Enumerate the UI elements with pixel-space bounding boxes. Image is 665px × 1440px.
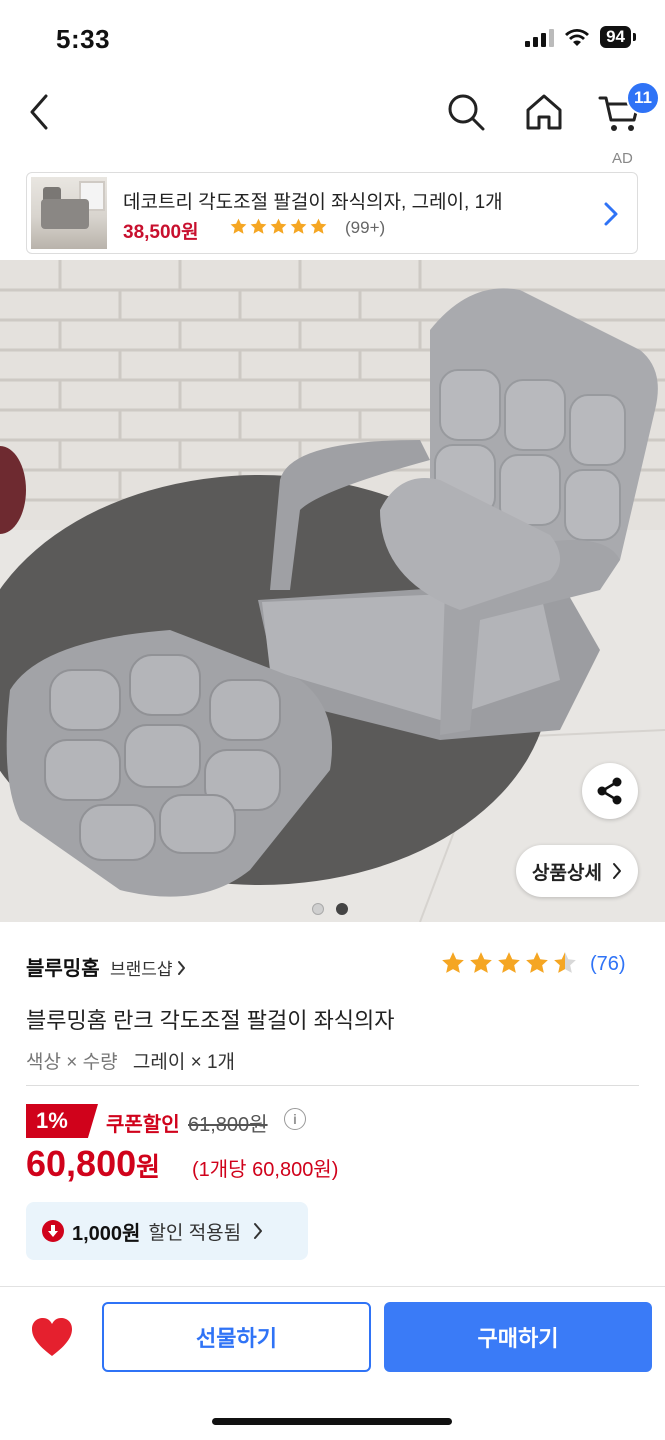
info-icon[interactable]: i xyxy=(284,1108,306,1130)
star-icon xyxy=(230,218,247,234)
chevron-right-icon xyxy=(177,960,185,975)
status-time: 5:33 xyxy=(56,24,111,54)
discount-badge: 1% xyxy=(26,1104,98,1138)
option-label: 색상 × 수량 xyxy=(26,1052,118,1073)
star-icon xyxy=(498,952,520,973)
sale-price: 60,800원 xyxy=(26,1143,160,1185)
selected-option: 색상 × 수량 그레이 × 1개 xyxy=(26,1047,235,1074)
product-title: 블루밍홈 란크 각도조절 팔걸이 좌식의자 xyxy=(26,1008,395,1033)
sale-price-unit: 원 xyxy=(136,1152,161,1182)
signal-icon xyxy=(525,27,555,47)
status-icons: 94 xyxy=(525,26,636,48)
star-icon xyxy=(290,218,307,234)
original-price: 61,800원 xyxy=(188,1114,268,1136)
home-icon[interactable] xyxy=(522,90,566,134)
search-icon[interactable] xyxy=(444,90,488,134)
chevron-right-icon xyxy=(604,202,618,226)
cart-count-badge: 11 xyxy=(626,81,660,115)
divider xyxy=(26,1085,639,1086)
unit-price: (1개당 60,800원) xyxy=(192,1159,339,1181)
image-carousel-dots xyxy=(312,903,348,915)
discount-applied-box[interactable]: 1,000원 할인 적용됨 xyxy=(26,1202,308,1260)
ad-banner[interactable]: 데코트리 각도조절 팔걸이 좌식의자, 그레이, 1개 38,500원 (99+… xyxy=(26,172,638,254)
chevron-right-icon xyxy=(612,863,621,879)
top-nav xyxy=(0,80,665,144)
ad-star-rating xyxy=(229,217,328,236)
wifi-icon xyxy=(565,29,590,46)
star-icon xyxy=(310,218,327,234)
ad-review-count: (99+) xyxy=(345,218,386,237)
carousel-dot[interactable] xyxy=(312,903,324,915)
sale-price-amount: 60,800 xyxy=(26,1143,137,1184)
status-bar: 5:33 94 xyxy=(0,0,665,80)
share-button[interactable] xyxy=(582,763,638,819)
star-icon xyxy=(470,952,492,973)
buy-button[interactable]: 구매하기 xyxy=(384,1302,652,1372)
brand-shop-label: 브랜드샵 xyxy=(110,960,173,979)
ad-title: 데코트리 각도조절 팔걸이 좌식의자, 그레이, 1개 xyxy=(123,192,503,213)
product-star-rating[interactable] xyxy=(440,950,578,976)
applied-discount-amount: 1,000원 xyxy=(72,1222,141,1245)
brand-name[interactable]: 블루밍홈 xyxy=(26,952,100,981)
star-icon xyxy=(442,952,464,973)
heart-icon[interactable] xyxy=(30,1316,74,1358)
brand-shop-link[interactable]: 브랜드샵 xyxy=(110,955,186,980)
home-indicator[interactable] xyxy=(212,1418,452,1425)
product-detail-label: 상품상세 xyxy=(532,862,602,884)
star-icon xyxy=(270,218,287,234)
coupon-discount-label: 쿠폰할인 xyxy=(106,1114,180,1136)
product-detail-button[interactable]: 상품상세 xyxy=(516,845,638,897)
star-half-icon xyxy=(554,952,576,973)
applied-discount-text: 할인 적용됨 xyxy=(148,1222,242,1244)
gift-button[interactable]: 선물하기 xyxy=(102,1302,371,1372)
battery-indicator: 94 xyxy=(600,26,636,48)
chevron-right-icon xyxy=(254,1223,263,1239)
ad-label: AD xyxy=(612,150,633,167)
back-icon[interactable] xyxy=(22,90,58,134)
option-value: 그레이 × 1개 xyxy=(132,1052,235,1073)
ad-thumbnail xyxy=(31,177,107,249)
star-icon xyxy=(526,952,548,973)
arrow-down-icon xyxy=(42,1220,64,1242)
product-image[interactable] xyxy=(0,260,665,922)
star-icon xyxy=(250,218,267,234)
rating-count[interactable]: (76) xyxy=(590,953,626,976)
carousel-dot-active[interactable] xyxy=(336,903,348,915)
bottom-bar-divider xyxy=(0,1286,665,1287)
ad-price: 38,500원 xyxy=(123,222,199,243)
product-photo xyxy=(0,260,665,922)
share-icon xyxy=(597,777,622,805)
